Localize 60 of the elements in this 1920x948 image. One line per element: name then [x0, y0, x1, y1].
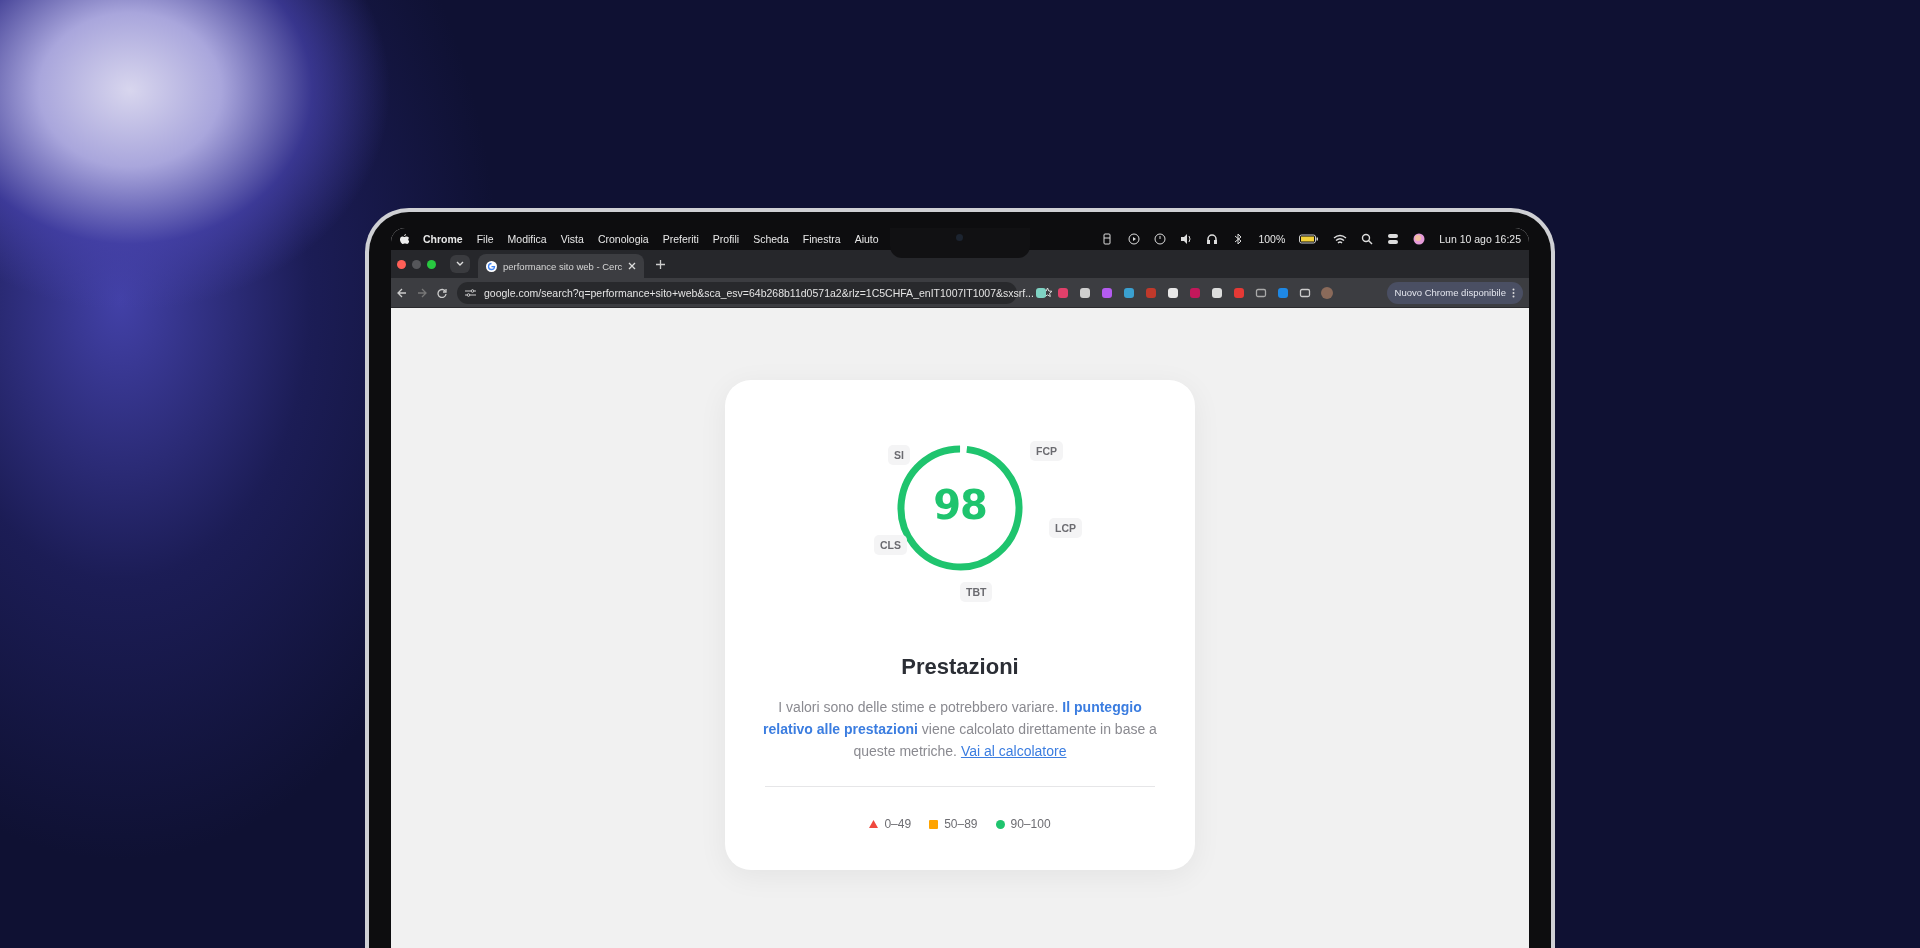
- extension-icon[interactable]: [1255, 286, 1267, 299]
- close-icon[interactable]: [628, 262, 637, 270]
- tab-title: performance sito web - Cerc: [503, 260, 623, 272]
- menu-item[interactable]: File: [476, 233, 494, 245]
- close-window-button[interactable]: [397, 259, 406, 269]
- chevron-down-icon: [456, 261, 464, 267]
- metric-label: FCP: [1030, 441, 1063, 461]
- google-icon: [486, 260, 497, 272]
- score-link[interactable]: Il punteggio: [1062, 699, 1142, 715]
- menu-item[interactable]: Chrome: [423, 233, 463, 245]
- menu-item[interactable]: Profili: [712, 233, 740, 245]
- toggles-icon[interactable]: [1387, 233, 1400, 245]
- url-text: google.com/search?q=performance+sito+web&sca_esv=64b268b11d0571a2&rlz=1C5CHFA_enIT1007IT1007&sxsrf...: [484, 286, 1034, 299]
- extension-icon[interactable]: [1167, 286, 1179, 299]
- extension-icon[interactable]: [1079, 286, 1091, 299]
- tab-search-button[interactable]: [450, 255, 470, 273]
- clock-icon[interactable]: [1154, 233, 1167, 245]
- score-value: 98: [932, 482, 988, 528]
- play-icon[interactable]: [1128, 233, 1141, 245]
- plus-icon: [656, 260, 666, 269]
- extension-icon[interactable]: [1299, 286, 1311, 299]
- orb-icon[interactable]: [1413, 233, 1426, 245]
- calculator-link[interactable]: Vai al calcolatore: [960, 743, 1067, 759]
- metric-label: SI: [888, 445, 910, 465]
- metric-label: TBT: [960, 582, 993, 602]
- legend-label: 90–100: [1010, 817, 1051, 831]
- site-settings-icon[interactable]: [465, 287, 476, 298]
- menu-item[interactable]: Aiuto: [854, 233, 879, 245]
- apple-icon[interactable]: [399, 233, 409, 245]
- maximize-window-button[interactable]: [427, 259, 436, 269]
- legend-label: 50–89: [944, 817, 978, 831]
- battery-percent: 100%: [1258, 233, 1286, 245]
- menu-item[interactable]: Cronologia: [597, 233, 649, 245]
- extension-icon[interactable]: [1035, 286, 1047, 299]
- menu-item[interactable]: Vista: [560, 233, 584, 245]
- menu-item[interactable]: Finestra: [802, 233, 841, 245]
- search-icon[interactable]: [1361, 233, 1374, 245]
- legend-label: 0–49: [884, 817, 912, 831]
- update-button[interactable]: Nuovo Chrome disponibile: [1386, 281, 1523, 304]
- metric-label: LCP: [1049, 518, 1082, 538]
- speaker-icon[interactable]: [1180, 233, 1193, 245]
- metric-label: CLS: [874, 535, 907, 555]
- forward-icon[interactable]: [417, 287, 427, 298]
- menu-item[interactable]: Preferiti: [662, 233, 699, 245]
- reload-icon[interactable]: [437, 287, 447, 298]
- headphones-icon[interactable]: [1206, 233, 1219, 245]
- back-icon[interactable]: [397, 287, 407, 298]
- camera-icon: [956, 234, 963, 241]
- battery-icon[interactable]: [1299, 234, 1320, 244]
- description-text: I valori sono delle stime e potrebbero variare. Il punteggio relativo alle prestazioni viene calcolato direttamente in base a queste metriche. Vai al calcolatore: [762, 698, 1158, 761]
- extension-icon[interactable]: [1123, 286, 1135, 299]
- more-icon: [1512, 287, 1515, 298]
- wifi-icon[interactable]: [1333, 233, 1348, 245]
- card-title: Prestazioni: [901, 654, 1019, 680]
- menu-item[interactable]: Modifica: [507, 233, 547, 245]
- browser-tab[interactable]: performance sito web - Cerc: [478, 254, 645, 278]
- extension-icon[interactable]: [1211, 286, 1223, 299]
- menu-item[interactable]: Scheda: [753, 233, 789, 245]
- score-link[interactable]: relativo alle prestazioni: [763, 721, 918, 737]
- date-time: Lun 10 ago 16:25: [1439, 233, 1521, 245]
